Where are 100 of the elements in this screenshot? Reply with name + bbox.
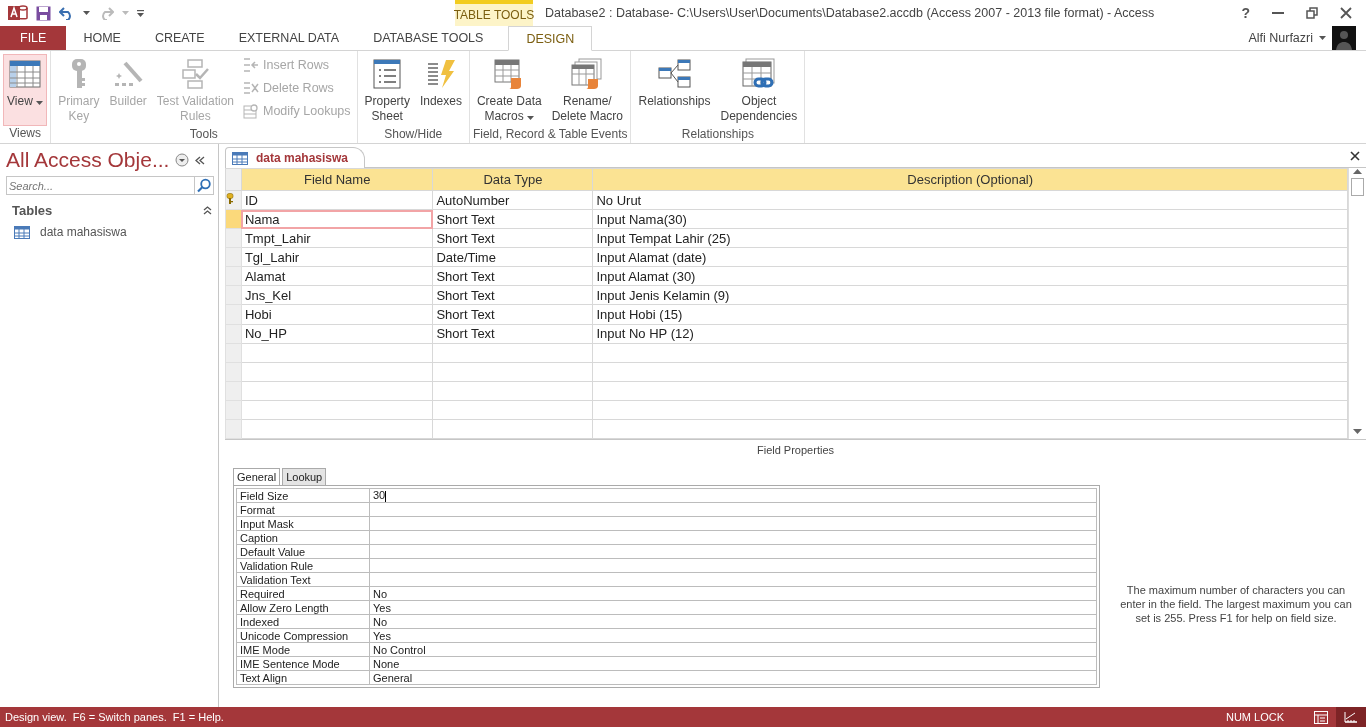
table-cell[interactable]: Input Hobi (15)	[592, 304, 1348, 324]
ribbon-command[interactable]: Property Sheet	[360, 54, 414, 127]
app-logo-icon[interactable]	[8, 4, 28, 22]
column-header[interactable]: Data Type	[432, 168, 593, 191]
close-icon[interactable]	[1350, 151, 1360, 161]
property-value[interactable]	[369, 558, 1097, 573]
property-name: IME Sentence Mode	[236, 656, 370, 671]
caret-icon	[122, 11, 129, 15]
table-cell[interactable]: ID	[241, 190, 433, 210]
table-cell[interactable]: Input Nama(30)	[592, 209, 1348, 229]
property-value[interactable]: No	[369, 586, 1097, 601]
ribbon-command[interactable]: View	[3, 54, 48, 126]
scroll-down-icon[interactable]	[1353, 429, 1362, 435]
dropdown-icon[interactable]	[175, 153, 190, 167]
property-value[interactable]: No	[369, 614, 1097, 629]
table-cell[interactable]: Tmpt_Lahir	[241, 228, 433, 248]
collapse-chevron-icon[interactable]	[203, 206, 212, 215]
table-cell[interactable]: Hobi	[241, 304, 433, 324]
ribbon-tab[interactable]: CREATE	[137, 26, 222, 50]
table-cell[interactable]: Short Text	[432, 304, 593, 324]
property-name: Validation Rule	[236, 558, 370, 573]
restore-icon[interactable]	[1306, 7, 1318, 19]
save-icon[interactable]	[36, 5, 51, 21]
scroll-up-icon[interactable]	[1353, 168, 1362, 174]
table-cell[interactable]: Short Text	[432, 285, 593, 305]
table-cell[interactable]: No_HP	[241, 324, 433, 344]
table-cell[interactable]: Short Text	[432, 209, 593, 229]
table-cell[interactable]: Jns_Kel	[241, 285, 433, 305]
table-cell[interactable]: Short Text	[432, 266, 593, 286]
table-cell[interactable]: AutoNumber	[432, 190, 593, 210]
property-name: Text Align	[236, 670, 370, 685]
table-cell[interactable]: Short Text	[432, 228, 593, 248]
ribbon-command[interactable]: Rename/ Delete Macro	[547, 54, 628, 127]
ribbon-tab[interactable]: DATABASE TOOLS	[356, 26, 501, 50]
ribbon-command[interactable]: Indexes	[415, 54, 466, 127]
property-name: Unicode Compression	[236, 628, 370, 643]
property-value[interactable]	[369, 502, 1097, 517]
table-icon	[14, 225, 30, 239]
vertical-scrollbar[interactable]	[1348, 168, 1366, 439]
caret-icon	[36, 101, 44, 105]
ribbon-tab[interactable]: FILE	[0, 26, 67, 50]
property-tab[interactable]: Lookup	[282, 468, 327, 485]
caret-icon	[83, 11, 90, 15]
group-label: Views	[8, 126, 42, 142]
table-cell[interactable]: Alamat	[241, 266, 433, 286]
table-cell[interactable]: Input No HP (12)	[592, 324, 1348, 344]
document-tab[interactable]: data mahasiswa	[225, 147, 366, 168]
property-name: Input Mask	[236, 516, 370, 531]
property-value[interactable]: None	[369, 656, 1097, 671]
close-icon[interactable]	[1340, 7, 1352, 19]
help-button[interactable]: ?	[1241, 5, 1250, 21]
property-value[interactable]	[369, 516, 1097, 531]
group-label: Tools	[188, 127, 219, 143]
property-name: Default Value	[236, 544, 370, 559]
table-cell[interactable]: Short Text	[432, 324, 593, 344]
property-value[interactable]	[369, 530, 1097, 545]
scroll-thumb[interactable]	[1351, 178, 1364, 196]
column-header[interactable]: Field Name	[241, 168, 433, 191]
property-value[interactable]	[369, 572, 1097, 587]
user-name[interactable]: Alfi Nurfazri	[1248, 31, 1313, 45]
property-value[interactable]: 30	[369, 488, 1097, 503]
property-value[interactable]: General	[369, 670, 1097, 685]
search-field[interactable]: Search...	[6, 176, 194, 195]
property-tab[interactable]: General	[233, 468, 281, 485]
nav-group-header[interactable]: Tables	[12, 203, 53, 218]
property-value[interactable]: Yes	[369, 628, 1097, 643]
table-cell[interactable]: Nama	[241, 209, 433, 229]
customize-toolbar-icon[interactable]	[137, 9, 144, 17]
table-cell[interactable]: Input Tempat Lahir (25)	[592, 228, 1348, 248]
section-caption: Field Properties	[756, 444, 834, 456]
column-header[interactable]: Description (Optional)	[592, 168, 1348, 191]
rename-macro-icon	[571, 58, 604, 90]
nav-item[interactable]: data mahasiswa	[6, 222, 214, 242]
ribbon-command[interactable]: Relationships	[634, 54, 715, 127]
collapse-icon[interactable]	[195, 155, 206, 165]
view-button[interactable]	[1336, 707, 1366, 727]
table-cell[interactable]: Tgl_Lahir	[241, 247, 433, 267]
property-value[interactable]: No Control	[369, 642, 1097, 657]
property-sheet-icon	[373, 59, 402, 89]
table-cell[interactable]: Date/Time	[432, 247, 593, 267]
caret-icon	[1319, 36, 1326, 40]
contextual-tab-group: TABLE TOOLS	[455, 0, 533, 26]
dependencies-icon	[741, 58, 776, 90]
ribbon-tab[interactable]: HOME	[66, 26, 138, 50]
nav-pane-title[interactable]: All Access Obje...	[6, 148, 170, 172]
property-value[interactable]	[369, 544, 1097, 559]
ribbon-tab[interactable]: EXTERNAL DATA	[221, 26, 357, 50]
property-name: Format	[236, 502, 370, 517]
table-cell[interactable]: Input Jenis Kelamin (9)	[592, 285, 1348, 305]
table-cell[interactable]: No Urut	[592, 190, 1348, 210]
ribbon-command[interactable]: Create Data Macros	[472, 54, 546, 127]
ribbon-command[interactable]: Object Dependencies	[716, 54, 802, 127]
table-cell[interactable]: Input Alamat (30)	[592, 266, 1348, 286]
delete-rows-icon	[243, 80, 259, 96]
property-name: Allow Zero Length	[236, 600, 370, 615]
property-value[interactable]: Yes	[369, 600, 1097, 615]
ribbon-tab[interactable]: DESIGN	[508, 26, 593, 51]
relationships-icon	[657, 59, 692, 89]
datasheet-view-icon	[1314, 710, 1328, 724]
table-cell[interactable]: Input Alamat (date)	[592, 247, 1348, 267]
